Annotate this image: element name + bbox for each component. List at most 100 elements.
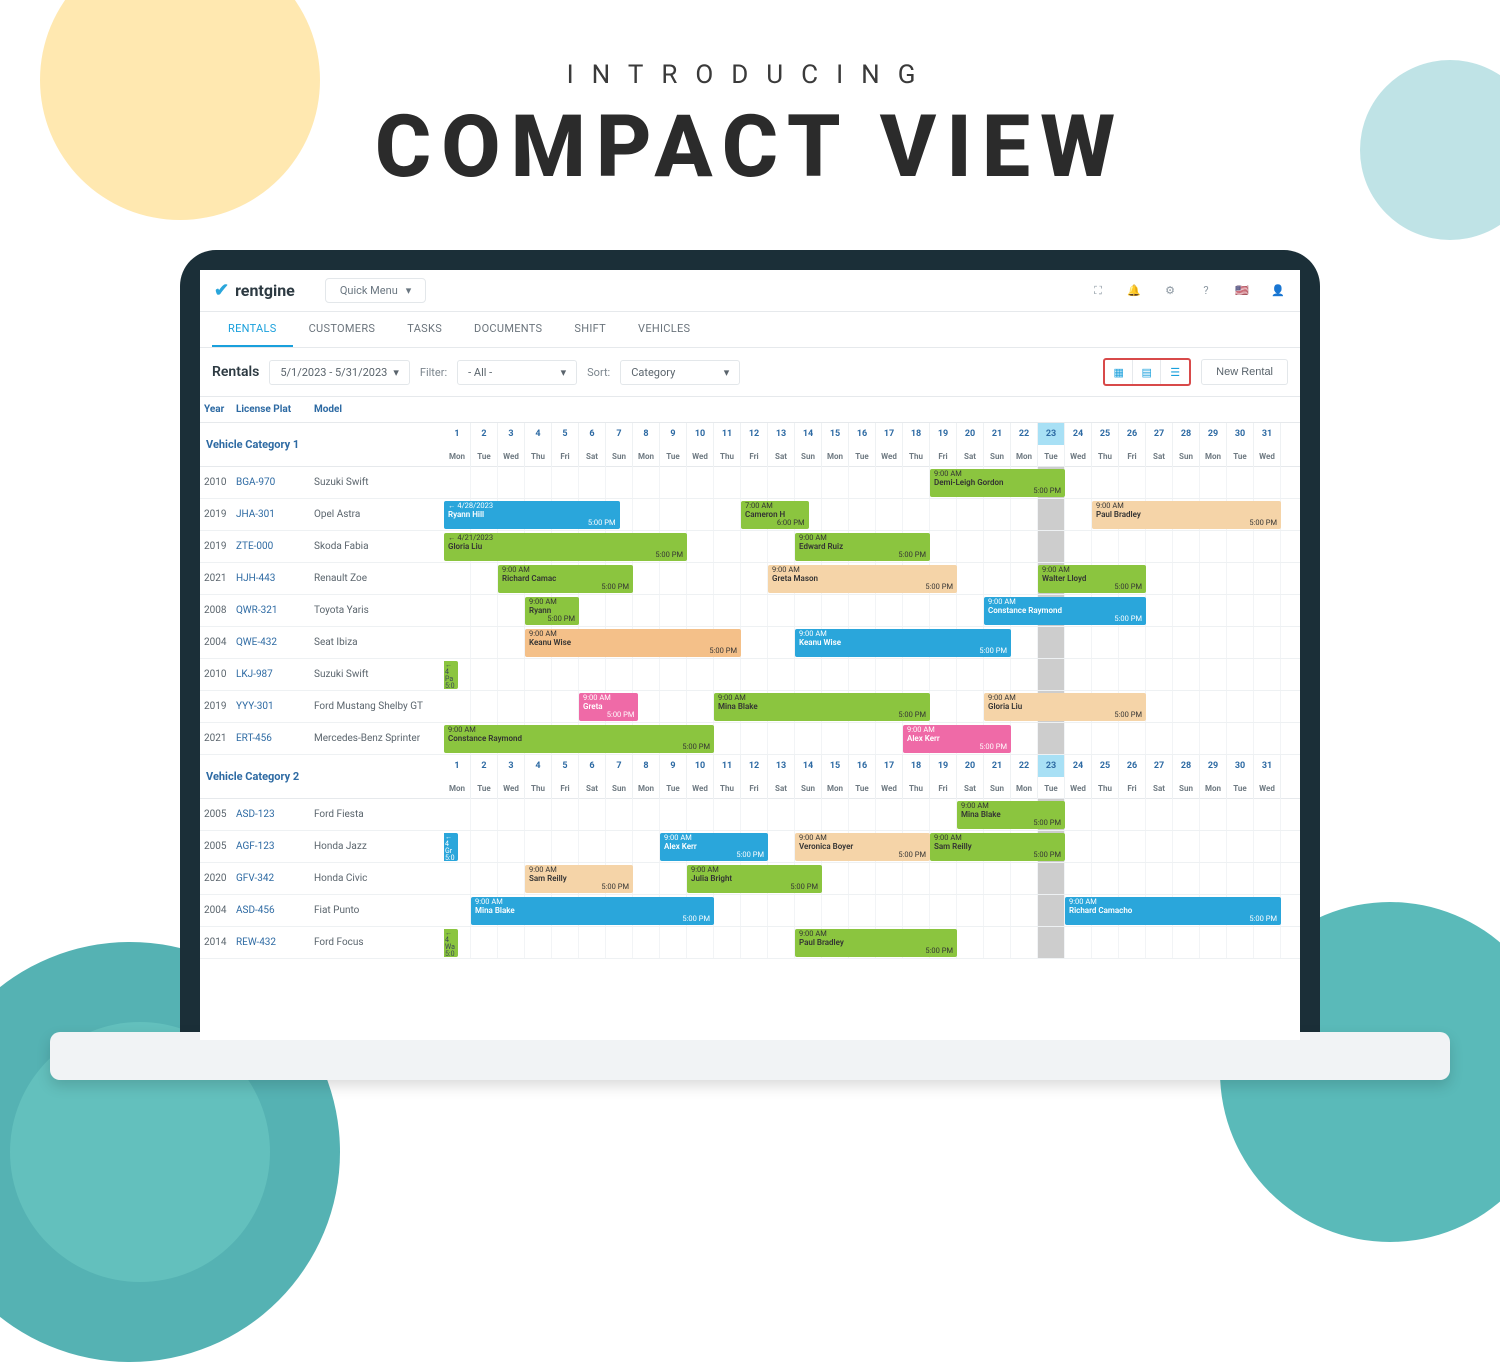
vehicle-row[interactable]: 2005ASD-123Ford Fiesta — [200, 799, 444, 831]
rental-bar[interactable]: 9:00 AMGloria Liu5:00 PM — [984, 693, 1146, 721]
vehicle-row[interactable]: 2010LKJ-987Suzuki Swift — [200, 659, 444, 691]
rental-bar[interactable]: 9:00 AMDemi-Leigh Gordon5:00 PM — [930, 469, 1065, 497]
gantt-grid[interactable]: YearLicense PlatModelVehicle Category 12… — [200, 397, 1300, 1040]
help-icon[interactable]: ? — [1198, 283, 1214, 299]
tab-tasks[interactable]: TASKS — [391, 312, 458, 347]
day-header: 12 — [741, 423, 768, 445]
vehicle-row[interactable]: 2019JHA-301Opel Astra — [200, 499, 444, 531]
day-header: 19 — [930, 755, 957, 777]
category-row[interactable]: Vehicle Category 2 — [200, 755, 444, 799]
rental-bar[interactable]: 9:00 AMPaul Bradley5:00 PM — [795, 929, 957, 957]
dow-header: Sun — [795, 445, 822, 467]
rental-bar[interactable]: 9:00 AMMina Blake5:00 PM — [714, 693, 930, 721]
view-grid-small-icon[interactable]: ▤ — [1133, 360, 1161, 384]
rental-stub[interactable]: ← 4Pa5:0 — [444, 661, 458, 689]
quick-menu-dropdown[interactable]: Quick Menu ▾ — [325, 278, 426, 303]
day-header: 27 — [1146, 423, 1173, 445]
view-list-icon[interactable]: ☰ — [1161, 360, 1189, 384]
filter-label: Filter: — [420, 366, 447, 379]
laptop-frame: ✔ rentgine Quick Menu ▾ ⛶ 🔔 ⚙ ? 🇺🇸 👤 REN… — [180, 250, 1320, 1070]
expand-icon[interactable]: ⛶ — [1090, 283, 1106, 299]
dow-header: Wed — [876, 777, 903, 799]
rental-bar[interactable]: 9:00 AMRichard Camac5:00 PM — [498, 565, 633, 593]
dow-header: Thu — [1092, 777, 1119, 799]
timeline-row: 9:00 AMKeanu Wise5:00 PM 9:00 AMKeanu Wis… — [444, 627, 1300, 659]
view-grid-large-icon[interactable]: ▦ — [1105, 360, 1133, 384]
dow-header: Sun — [984, 445, 1011, 467]
day-header: 19 — [930, 423, 957, 445]
tab-vehicles[interactable]: VEHICLES — [622, 312, 706, 347]
vehicle-row[interactable]: 2004ASD-456Fiat Punto — [200, 895, 444, 927]
col-model[interactable]: Model — [314, 404, 444, 415]
filter-dropdown[interactable]: - All - ▾ — [457, 360, 577, 385]
rental-stub[interactable]: ← 4Gr5:0 — [444, 833, 458, 861]
tab-shift[interactable]: SHIFT — [558, 312, 622, 347]
rental-bar[interactable]: ← 4/28/2023Ryann Hill5:00 PM — [444, 501, 620, 529]
rental-bar[interactable]: 9:00 AMRyann5:00 PM — [525, 597, 579, 625]
day-header: 28 — [1173, 755, 1200, 777]
dow-header: Tue — [849, 777, 876, 799]
day-header: 3 — [498, 423, 525, 445]
date-range-picker[interactable]: 5/1/2023 - 5/31/2023 ▾ — [269, 360, 410, 385]
dow-header: Sat — [579, 445, 606, 467]
flag-icon[interactable]: 🇺🇸 — [1234, 283, 1250, 299]
vehicle-row[interactable]: 2019YYY-301Ford Mustang Shelby GT — [200, 691, 444, 723]
vehicle-row[interactable]: 2021HJH-443Renault Zoe — [200, 563, 444, 595]
rental-bar[interactable]: 9:00 AMKeanu Wise5:00 PM — [795, 629, 1011, 657]
rental-bar[interactable]: 9:00 AMPaul Bradley5:00 PM — [1092, 501, 1281, 529]
rental-bar[interactable]: 9:00 AMKeanu Wise5:00 PM — [525, 629, 741, 657]
day-header: 13 — [768, 755, 795, 777]
vehicle-row[interactable]: 2021ERT-456Mercedes-Benz Sprinter — [200, 723, 444, 755]
dow-header: Sat — [957, 777, 984, 799]
hero: INTRODUCING COMPACT VIEW — [0, 60, 1500, 197]
col-plate[interactable]: License Plat — [236, 404, 314, 415]
dow-header: Thu — [525, 777, 552, 799]
rental-bar[interactable]: 9:00 AMConstance Raymond5:00 PM — [444, 725, 714, 753]
tab-rentals[interactable]: RENTALS — [212, 312, 293, 347]
rental-bar[interactable]: 9:00 AMVeronica Boyer5:00 PM — [795, 833, 930, 861]
rental-bar[interactable]: 9:00 AMMina Blake5:00 PM — [471, 897, 714, 925]
user-icon[interactable]: 👤 — [1270, 283, 1286, 299]
rental-bar[interactable]: 9:00 AMEdward Ruiz5:00 PM — [795, 533, 930, 561]
day-header: 22 — [1011, 423, 1038, 445]
gear-icon[interactable]: ⚙ — [1162, 283, 1178, 299]
chevron-down-icon: ▾ — [561, 366, 567, 379]
vehicle-row[interactable]: 2004QWE-432Seat Ibiza — [200, 627, 444, 659]
vehicle-row[interactable]: 2014REW-432Ford Focus — [200, 927, 444, 959]
vehicle-row[interactable]: 2020GFV-342Honda Civic — [200, 863, 444, 895]
dow-header: Wed — [1065, 777, 1092, 799]
dow-header: Mon — [1200, 445, 1227, 467]
dow-header: Fri — [552, 777, 579, 799]
rental-bar[interactable]: 9:00 AMRichard Camacho5:00 PM — [1065, 897, 1281, 925]
vehicle-row[interactable]: 2010BGA-970Suzuki Swift — [200, 467, 444, 499]
rental-bar[interactable]: 9:00 AMJulia Bright5:00 PM — [687, 865, 822, 893]
logo[interactable]: ✔ rentgine — [214, 280, 295, 301]
col-year[interactable]: Year — [200, 404, 236, 415]
rental-bar[interactable]: 9:00 AMConstance Raymond5:00 PM — [984, 597, 1146, 625]
bell-icon[interactable]: 🔔 — [1126, 283, 1142, 299]
page-title: Rentals — [212, 364, 259, 380]
rental-bar[interactable]: 9:00 AMGreta Mason5:00 PM — [768, 565, 957, 593]
rental-bar[interactable]: 9:00 AMAlex Kerr5:00 PM — [660, 833, 768, 861]
sort-dropdown[interactable]: Category ▾ — [620, 360, 740, 385]
vehicle-row[interactable]: 2008QWR-321Toyota Yaris — [200, 595, 444, 627]
tab-customers[interactable]: CUSTOMERS — [293, 312, 392, 347]
rental-bar[interactable]: 9:00 AMSam Reilly5:00 PM — [525, 865, 633, 893]
rental-bar[interactable]: 9:00 AMMina Blake5:00 PM — [957, 801, 1065, 829]
chevron-down-icon: ▾ — [406, 284, 412, 297]
day-header: 20 — [957, 755, 984, 777]
category-row[interactable]: Vehicle Category 1 — [200, 423, 444, 467]
rental-stub[interactable]: ← 4Wa5:0 — [444, 929, 458, 957]
rental-bar[interactable]: ← 4/21/2023Gloria Liu5:00 PM — [444, 533, 687, 561]
rental-bar[interactable]: 9:00 AMWalter Lloyd5:00 PM — [1038, 565, 1146, 593]
rental-bar[interactable]: 9:00 AMAlex Kerr5:00 PM — [903, 725, 1011, 753]
vehicle-row[interactable]: 2005AGF-123Honda Jazz — [200, 831, 444, 863]
new-rental-button[interactable]: New Rental — [1201, 359, 1288, 385]
tab-documents[interactable]: DOCUMENTS — [458, 312, 558, 347]
rental-bar[interactable]: 7:00 AMCameron H6:00 PM — [741, 501, 809, 529]
rental-bar[interactable]: 9:00 AMSam Reilly5:00 PM — [930, 833, 1065, 861]
rental-bar[interactable]: 9:00 AMGreta5:00 PM — [579, 693, 638, 721]
vehicle-row[interactable]: 2019ZTE-000Skoda Fabia — [200, 531, 444, 563]
dow-header: Mon — [822, 445, 849, 467]
day-header: 29 — [1200, 755, 1227, 777]
